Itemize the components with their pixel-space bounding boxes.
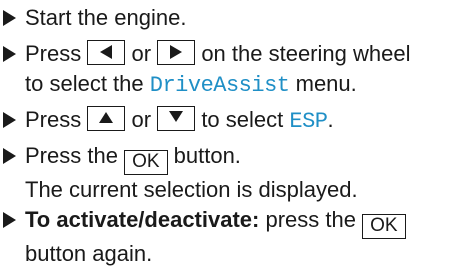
press-label: Press <box>25 41 82 66</box>
step-activate: To activate/deactivate: press the OK but… <box>3 205 454 269</box>
period: . <box>327 107 334 132</box>
step-select-esp: Press or to select ESP. <box>3 105 454 137</box>
bullet-arrow-icon <box>3 10 16 26</box>
triangle-up-icon <box>99 112 114 123</box>
triangle-left-icon <box>100 45 113 59</box>
to-select-label: to select <box>201 107 284 132</box>
triangle-down-icon <box>169 111 184 122</box>
press-label: Press <box>25 107 82 132</box>
triangle-right-icon <box>170 45 183 59</box>
bullet-arrow-icon <box>3 112 16 128</box>
ok-key: OK <box>124 150 168 175</box>
button-label: button. <box>173 143 241 168</box>
left-arrow-key <box>87 40 126 65</box>
step-result: The current selection is displayed. <box>25 177 358 202</box>
step-text: Start the engine. <box>25 5 187 30</box>
esp-item: ESP <box>289 109 328 134</box>
step-select-menu: Press or on the steering wheel to select… <box>3 39 454 101</box>
up-arrow-key <box>87 106 126 131</box>
step-start-engine: Start the engine. <box>3 3 454 33</box>
down-arrow-key <box>157 106 196 131</box>
line2-post: menu. <box>295 71 357 96</box>
step-line-2: to select the DriveAssist menu. <box>3 69 454 101</box>
step-press-ok: Press the OK button. The current selecti… <box>3 141 454 205</box>
instruction-page: Start the engine. Press or on the steeri… <box>0 0 458 266</box>
bullet-arrow-icon <box>3 212 16 228</box>
bullet-arrow-icon <box>3 148 16 164</box>
or-label: or <box>131 41 152 66</box>
menu-name: DriveAssist <box>149 73 290 98</box>
ok-key: OK <box>362 214 406 239</box>
rest-label: on the steering wheel <box>201 41 411 66</box>
press-the-label: press the <box>265 207 356 232</box>
step-line-2: button again. <box>25 241 153 266</box>
press-the-label: Press the <box>25 143 118 168</box>
or-label: or <box>131 107 152 132</box>
activate-heading: To activate/deactivate: <box>25 207 260 232</box>
line2-pre: to select the <box>25 71 144 96</box>
bullet-arrow-icon <box>3 46 16 62</box>
right-arrow-key <box>157 40 196 65</box>
